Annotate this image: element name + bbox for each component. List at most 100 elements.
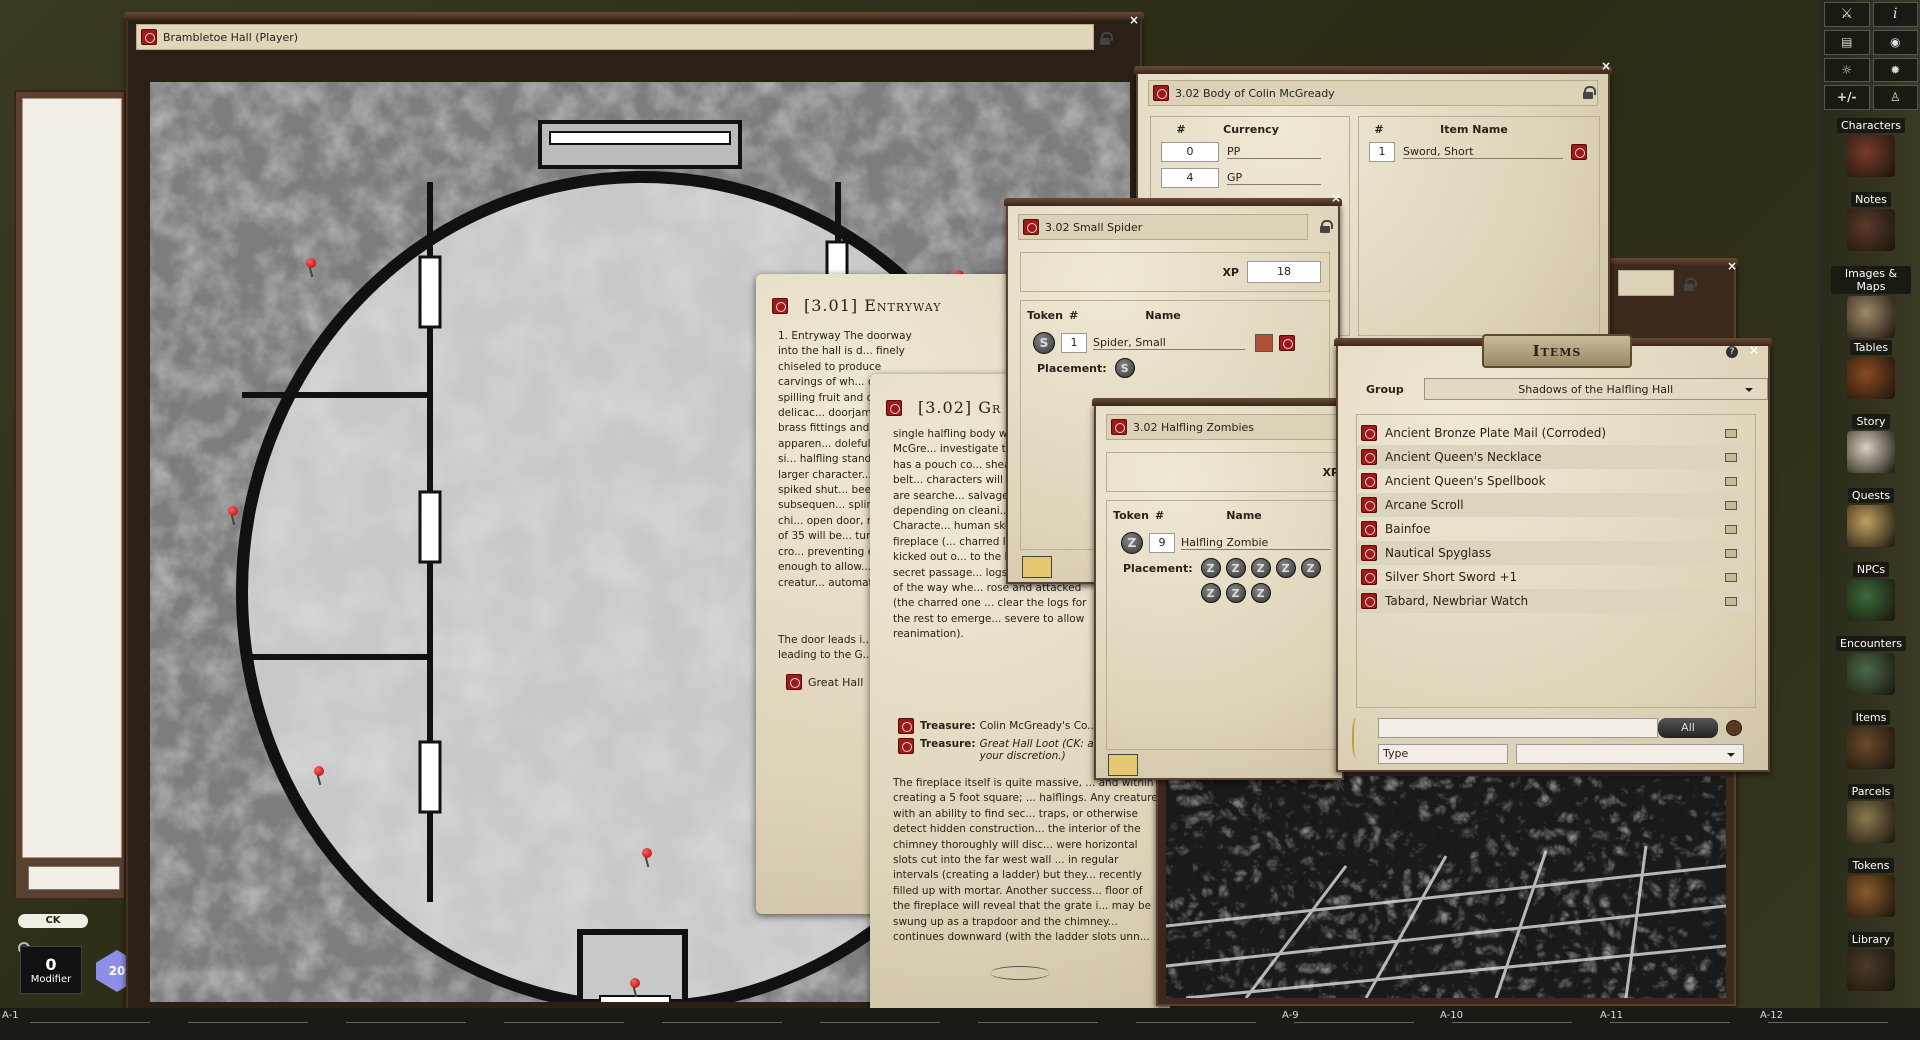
book-icon[interactable] xyxy=(1725,452,1737,462)
type-filter-dropdown[interactable] xyxy=(1516,744,1744,764)
modifier-toggle-button[interactable]: +/- xyxy=(1824,85,1870,110)
library-book-icon[interactable]: ▤ xyxy=(1824,29,1870,55)
placement-token-icon[interactable]: Z xyxy=(1200,583,1221,603)
token-icon[interactable]: Z xyxy=(1121,532,1143,554)
info-icon[interactable]: i xyxy=(1872,2,1918,27)
items-title-banner[interactable]: Items xyxy=(1482,334,1632,368)
hotkey-label[interactable]: A-10 xyxy=(1440,1010,1463,1021)
group-dropdown[interactable]: Shadows of the Halfling Hall xyxy=(1423,378,1768,400)
hotkey-slot[interactable] xyxy=(978,1022,1098,1028)
sidebar-encounters[interactable]: Encounters xyxy=(1831,636,1911,695)
type-filter-input[interactable]: Type xyxy=(1378,744,1508,764)
hotkey-slot[interactable] xyxy=(504,1022,624,1028)
hotkey-slot[interactable] xyxy=(1768,1022,1888,1028)
close-icon[interactable]: × xyxy=(1748,344,1760,356)
item-row[interactable]: Ancient Queen's Necklace xyxy=(1357,445,1755,469)
npc-name[interactable]: Spider, Small xyxy=(1093,336,1245,350)
placement-token-icon[interactable]: Z xyxy=(1225,558,1246,578)
parcel-titlebar[interactable]: 3.02 Body of Colin McGready xyxy=(1148,80,1598,106)
placement-token-icon[interactable]: Z xyxy=(1250,558,1271,578)
deliver-icon[interactable] xyxy=(1022,556,1052,578)
placement-token-icon[interactable]: Z xyxy=(1225,583,1246,603)
parcel-item-row[interactable]: 1 Sword, Short xyxy=(1369,142,1599,162)
hotkey-slot[interactable] xyxy=(346,1022,466,1028)
sidebar-tables[interactable]: Tables xyxy=(1831,340,1911,399)
item-row[interactable]: Ancient Bronze Plate Mail (Corroded) xyxy=(1357,421,1755,445)
placement-token-icon[interactable]: Z xyxy=(1200,558,1221,578)
book-icon[interactable] xyxy=(1725,548,1737,558)
currency-row[interactable]: 4 GP xyxy=(1161,168,1349,188)
npc-row[interactable]: S 1 Spider, Small xyxy=(1033,332,1329,354)
close-icon[interactable]: × xyxy=(1600,60,1612,72)
settings-gear-icon[interactable]: ✹ xyxy=(1872,57,1918,83)
sidebar-characters[interactable]: Characters xyxy=(1831,118,1911,177)
map-pin[interactable] xyxy=(630,978,640,988)
item-link-icon[interactable] xyxy=(1361,497,1377,513)
item-link-icon[interactable] xyxy=(1361,449,1377,465)
hotkey-slot[interactable] xyxy=(1610,1022,1730,1028)
lock-icon[interactable] xyxy=(1684,278,1697,291)
identity-label[interactable]: CK xyxy=(18,914,88,928)
light-icon[interactable]: ☼ xyxy=(1824,57,1870,83)
sidebar-tokens[interactable]: Tokens xyxy=(1831,858,1911,917)
item-row[interactable]: Ancient Queen's Spellbook xyxy=(1357,469,1755,493)
item-count-field[interactable]: 1 xyxy=(1369,142,1395,162)
hotkey-slot[interactable] xyxy=(1294,1022,1414,1028)
npc-name[interactable]: Halfling Zombie xyxy=(1181,536,1331,550)
hotkey-slot[interactable] xyxy=(1136,1022,1256,1028)
lock-icon[interactable] xyxy=(1320,220,1333,233)
close-icon[interactable]: × xyxy=(1330,192,1342,204)
map-pin[interactable] xyxy=(228,506,238,516)
npc-count-field[interactable]: 9 xyxy=(1149,533,1175,553)
scene-image[interactable] xyxy=(1166,776,1726,998)
close-icon[interactable]: × xyxy=(1726,260,1738,272)
treasure-link[interactable]: Treasure: Great Hall Loot (CK: a... your… xyxy=(898,738,1118,762)
xp-field[interactable]: 18 xyxy=(1247,261,1321,283)
sidebar-images-maps[interactable]: Images & Maps xyxy=(1831,266,1911,338)
currency-row[interactable]: 0 PP xyxy=(1161,142,1349,162)
sidebar-quests[interactable]: Quests xyxy=(1831,488,1911,547)
sidebar-library[interactable]: Library xyxy=(1831,932,1911,991)
hotkey-slot[interactable] xyxy=(30,1022,150,1028)
lock-icon[interactable] xyxy=(1100,32,1113,45)
hotkey-slot[interactable] xyxy=(662,1022,782,1028)
currency-name[interactable]: PP xyxy=(1227,145,1321,159)
currency-amount-field[interactable]: 0 xyxy=(1161,142,1219,162)
item-row[interactable]: Tabard, Newbriar Watch xyxy=(1357,589,1755,613)
hotkey-slot[interactable] xyxy=(188,1022,308,1028)
item-row[interactable]: Nautical Spyglass xyxy=(1357,541,1755,565)
link-icon[interactable] xyxy=(1279,335,1295,351)
map-pin[interactable] xyxy=(642,848,652,858)
map-titlebar[interactable]: Brambletoe Hall (Player) xyxy=(136,24,1094,50)
hotkey-label[interactable]: A-9 xyxy=(1282,1010,1299,1021)
filter-all-button[interactable]: All xyxy=(1658,718,1718,738)
book-icon[interactable] xyxy=(1725,500,1737,510)
item-row[interactable]: Bainfoe xyxy=(1357,517,1755,541)
image-titlebar[interactable] xyxy=(1618,270,1674,296)
npc-count-field[interactable]: 1 xyxy=(1061,333,1087,353)
item-link-icon[interactable] xyxy=(1361,521,1377,537)
sidebar-notes[interactable]: Notes xyxy=(1831,192,1911,251)
edit-icon[interactable] xyxy=(1726,720,1742,736)
book-icon[interactable] xyxy=(1725,524,1737,534)
lock-icon[interactable] xyxy=(1583,86,1596,99)
token-icon[interactable]: S xyxy=(1033,332,1055,354)
item-name[interactable]: Sword, Short xyxy=(1403,145,1563,159)
item-link-icon[interactable] xyxy=(1361,569,1377,585)
hotkey-label[interactable]: A-1 xyxy=(2,1010,19,1021)
map-pin[interactable] xyxy=(306,258,316,268)
character-icon[interactable]: ♙ xyxy=(1872,85,1918,110)
placement-token-icon[interactable]: Z xyxy=(1300,558,1321,578)
book-icon[interactable] xyxy=(1725,428,1737,438)
hotkey-label[interactable]: A-11 xyxy=(1600,1010,1623,1021)
portrait-icon[interactable] xyxy=(1255,334,1273,352)
item-link-icon[interactable] xyxy=(1361,425,1377,441)
item-link-icon[interactable] xyxy=(1361,593,1377,609)
sidebar-parcels[interactable]: Parcels xyxy=(1831,784,1911,843)
close-icon[interactable]: × xyxy=(1128,14,1140,26)
chat-entry-field[interactable] xyxy=(28,866,120,890)
zombie-titlebar[interactable]: 3.02 Halfling Zombies xyxy=(1106,414,1342,440)
deliver-icon[interactable] xyxy=(1108,754,1138,776)
placement-token-icon[interactable]: Z xyxy=(1275,558,1296,578)
hotkey-slot[interactable] xyxy=(820,1022,940,1028)
